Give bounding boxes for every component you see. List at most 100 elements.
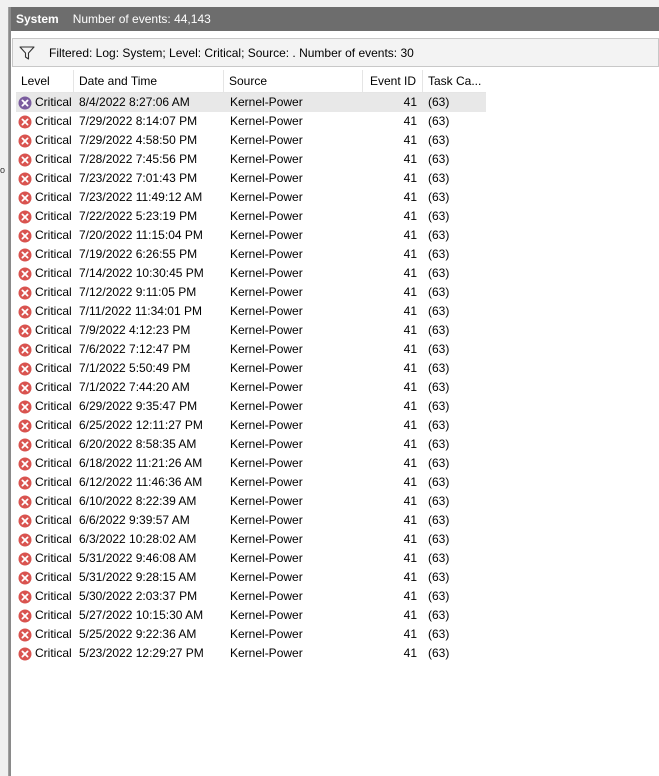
critical-error-icon xyxy=(18,457,32,470)
date-time-cell: 7/19/2022 6:26:55 PM xyxy=(79,247,198,261)
date-time-cell: 7/29/2022 8:14:07 PM xyxy=(79,114,198,128)
level-text: Critical xyxy=(35,152,72,166)
table-row[interactable]: Critical 6/25/2022 12:11:27 PM Kernel-Powe… xyxy=(16,416,486,435)
level-text: Critical xyxy=(35,228,72,242)
critical-error-icon xyxy=(18,191,32,204)
table-row[interactable]: Critical 7/23/2022 7:01:43 PM Kernel-Power… xyxy=(16,169,486,188)
level-text: Critical xyxy=(35,361,72,375)
funnel-icon xyxy=(19,45,35,60)
table-row[interactable]: Critical 6/29/2022 9:35:47 PM Kernel-Power… xyxy=(16,397,486,416)
level-cell: Critical xyxy=(16,302,74,321)
table-row[interactable]: Critical 7/28/2022 7:45:56 PM Kernel-Power… xyxy=(16,150,486,169)
date-time-cell: 6/18/2022 11:21:26 AM xyxy=(79,456,203,470)
level-cell: Critical xyxy=(16,416,74,435)
critical-error-icon xyxy=(18,533,32,546)
date-time-cell: 7/9/2022 4:12:23 PM xyxy=(79,323,191,337)
level-text: Critical xyxy=(35,475,72,489)
date-time-cell: 7/29/2022 4:58:50 PM xyxy=(79,133,198,147)
column-header-source[interactable]: Source xyxy=(224,70,363,92)
level-text: Critical xyxy=(35,551,72,565)
source-cell: Kernel-Power xyxy=(230,209,303,223)
level-cell: Critical xyxy=(16,340,74,359)
table-row[interactable]: Critical 5/31/2022 9:28:15 AM Kernel-Power… xyxy=(16,568,486,587)
level-text: Critical xyxy=(35,133,72,147)
date-time-cell: 6/6/2022 9:39:57 AM xyxy=(79,513,190,527)
event-id-cell: 41 xyxy=(403,589,417,603)
task-category-cell: (63) xyxy=(428,152,450,166)
task-category-cell: (63) xyxy=(428,513,450,527)
event-id-cell: 41 xyxy=(403,190,417,204)
table-row[interactable]: Critical 6/10/2022 8:22:39 AM Kernel-Power… xyxy=(16,492,486,511)
table-row[interactable]: Critical 5/27/2022 10:15:30 AM Kernel-Powe… xyxy=(16,606,486,625)
date-time-cell: 7/1/2022 5:50:49 PM xyxy=(79,361,191,375)
date-time-cell: 5/27/2022 10:15:30 AM xyxy=(79,608,204,622)
table-row[interactable]: Critical 5/31/2022 9:46:08 AM Kernel-Power… xyxy=(16,549,486,568)
event-id-cell: 41 xyxy=(403,342,417,356)
table-row[interactable]: Critical 6/12/2022 11:46:36 AM Kernel-Powe… xyxy=(16,473,486,492)
table-row[interactable]: Critical 5/23/2022 12:29:27 PM Kernel-Powe… xyxy=(16,644,486,663)
table-row[interactable]: Critical 7/23/2022 11:49:12 AM Kernel-Powe… xyxy=(16,188,486,207)
task-category-cell: (63) xyxy=(428,532,450,546)
table-row[interactable]: Critical 6/3/2022 10:28:02 AM Kernel-Power… xyxy=(16,530,486,549)
event-id-cell: 41 xyxy=(403,570,417,584)
column-header-level[interactable]: Level xyxy=(16,70,74,92)
date-time-cell: 5/31/2022 9:46:08 AM xyxy=(79,551,197,565)
level-text: Critical xyxy=(35,627,72,641)
task-category-cell: (63) xyxy=(428,171,450,185)
log-title-bar: System Number of events: 44,143 xyxy=(11,7,659,31)
date-time-cell: 6/10/2022 8:22:39 AM xyxy=(79,494,197,508)
table-row[interactable]: Critical 6/20/2022 8:58:35 AM Kernel-Power… xyxy=(16,435,486,454)
table-row[interactable]: Critical 6/6/2022 9:39:57 AM Kernel-Power 4… xyxy=(16,511,486,530)
task-category-cell: (63) xyxy=(428,494,450,508)
table-row[interactable]: Critical 7/12/2022 9:11:05 PM Kernel-Power… xyxy=(16,283,486,302)
level-text: Critical xyxy=(35,589,72,603)
level-text: Critical xyxy=(35,114,72,128)
task-category-cell: (63) xyxy=(428,418,450,432)
source-cell: Kernel-Power xyxy=(230,285,303,299)
level-cell: Critical xyxy=(16,226,74,245)
source-cell: Kernel-Power xyxy=(230,247,303,261)
level-cell: Critical xyxy=(16,93,74,112)
table-row[interactable]: Critical 7/11/2022 11:34:01 PM Kernel-Powe… xyxy=(16,302,486,321)
critical-error-icon xyxy=(18,514,32,527)
date-time-cell: 7/12/2022 9:11:05 PM xyxy=(79,285,197,299)
task-category-cell: (63) xyxy=(428,190,450,204)
date-time-cell: 5/31/2022 9:28:15 AM xyxy=(79,570,197,584)
table-row[interactable]: Critical 7/20/2022 11:15:04 PM Kernel-Powe… xyxy=(16,226,486,245)
table-row[interactable]: Critical 7/14/2022 10:30:45 PM Kernel-Powe… xyxy=(16,264,486,283)
level-cell: Critical xyxy=(16,454,74,473)
table-row[interactable]: Critical 7/1/2022 5:50:49 PM Kernel-Power 4… xyxy=(16,359,486,378)
table-row[interactable]: Critical 7/29/2022 8:14:07 PM Kernel-Power… xyxy=(16,112,486,131)
table-row[interactable]: Critical 7/19/2022 6:26:55 PM Kernel-Power… xyxy=(16,245,486,264)
source-cell: Kernel-Power xyxy=(230,133,303,147)
table-row[interactable]: Critical 7/9/2022 4:12:23 PM Kernel-Power 4… xyxy=(16,321,486,340)
table-row[interactable]: Critical 7/22/2022 5:23:19 PM Kernel-Power… xyxy=(16,207,486,226)
filter-description: Filtered: Log: System; Level: Critical; … xyxy=(49,45,414,60)
event-id-cell: 41 xyxy=(403,551,417,565)
table-row[interactable]: Critical 6/18/2022 11:21:26 AM Kernel-Powe… xyxy=(16,454,486,473)
task-category-cell: (63) xyxy=(428,342,450,356)
task-category-cell: (63) xyxy=(428,608,450,622)
level-text: Critical xyxy=(35,247,72,261)
level-text: Critical xyxy=(35,608,72,622)
column-header-date-time[interactable]: Date and Time xyxy=(74,70,224,92)
event-id-cell: 41 xyxy=(403,285,417,299)
table-row[interactable]: Critical 7/1/2022 7:44:20 AM Kernel-Power 4… xyxy=(16,378,486,397)
column-header-event-id[interactable]: Event ID xyxy=(363,70,423,92)
event-id-cell: 41 xyxy=(403,133,417,147)
task-category-cell: (63) xyxy=(428,475,450,489)
task-category-cell: (63) xyxy=(428,551,450,565)
critical-error-icon xyxy=(18,400,32,413)
event-id-cell: 41 xyxy=(403,209,417,223)
event-id-cell: 41 xyxy=(403,627,417,641)
table-row[interactable]: Critical 5/30/2022 2:03:37 PM Kernel-Power… xyxy=(16,587,486,606)
table-row[interactable]: Critical 5/25/2022 9:22:36 AM Kernel-Power… xyxy=(16,625,486,644)
table-row[interactable]: Critical 7/29/2022 4:58:50 PM Kernel-Power… xyxy=(16,131,486,150)
table-row[interactable]: Critical 8/4/2022 8:27:06 AM Kernel-Power 4… xyxy=(16,93,486,112)
column-header-task-category[interactable]: Task Ca... xyxy=(423,70,483,92)
task-category-cell: (63) xyxy=(428,285,450,299)
event-id-cell: 41 xyxy=(403,418,417,432)
table-row[interactable]: Critical 7/6/2022 7:12:47 PM Kernel-Power 4… xyxy=(16,340,486,359)
top-strip xyxy=(0,0,659,7)
level-cell: Critical xyxy=(16,150,74,169)
